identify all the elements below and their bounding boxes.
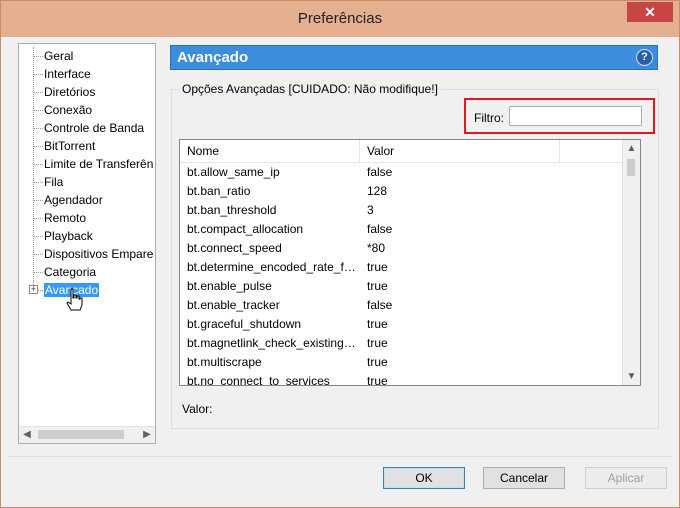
setting-name: bt.allow_same_ip (187, 165, 280, 179)
sidebar-item[interactable]: Dispositivos Emparelhados (19, 245, 153, 263)
setting-value: true (367, 374, 388, 386)
list-vertical-scrollbar[interactable]: ▲ ▼ (622, 140, 640, 385)
setting-name: bt.connect_speed (187, 241, 282, 255)
title-bar[interactable]: Preferências ✕ (1, 1, 679, 37)
expand-icon[interactable]: + (29, 285, 38, 294)
sidebar-item[interactable]: Limite de Transferência (19, 155, 153, 173)
sidebar-item-label: Interface (44, 67, 91, 81)
sidebar-item-label: Categoria (44, 265, 97, 279)
column-header-value[interactable]: Valor (360, 140, 560, 162)
setting-name: bt.ban_ratio (187, 184, 251, 198)
table-row[interactable]: bt.no_connect_to_services true (180, 372, 624, 386)
setting-value: 3 (367, 203, 374, 217)
sidebar-item-label: Diretórios (44, 85, 96, 99)
sidebar-item-label: BitTorrent (44, 139, 96, 153)
sidebar-item[interactable]: Agendador (19, 191, 153, 209)
sidebar-item[interactable]: +Avançado (19, 281, 153, 299)
ok-button[interactable]: OK (383, 467, 465, 489)
scroll-down-icon[interactable]: ▼ (623, 368, 640, 385)
help-icon[interactable]: ? (636, 49, 653, 66)
dialog-footer: OK Cancelar Aplicar (7, 456, 673, 502)
list-header: Nome Valor (180, 140, 624, 163)
sidebar-item-label: Fila (44, 175, 64, 189)
filter-input[interactable] (509, 106, 642, 126)
section-header: Avançado ? (170, 45, 658, 70)
table-row[interactable]: bt.enable_tracker false (180, 296, 624, 315)
sidebar-item[interactable]: Categoria (19, 263, 153, 281)
sidebar-item-label: Conexão (44, 103, 93, 117)
table-row[interactable]: bt.multiscrape true (180, 353, 624, 372)
close-button[interactable]: ✕ (627, 2, 673, 22)
tree-items: Geral Interface Diretórios Conexão Controle … (19, 47, 153, 299)
setting-value: true (367, 279, 388, 293)
table-row[interactable]: bt.ban_threshold 3 (180, 201, 624, 220)
scroll-thumb[interactable] (627, 159, 635, 176)
sidebar-item[interactable]: Playback (19, 227, 153, 245)
table-row[interactable]: bt.compact_allocation false (180, 220, 624, 239)
setting-name: bt.enable_pulse (187, 279, 272, 293)
section-title: Avançado (177, 49, 249, 66)
table-row[interactable]: bt.graceful_shutdown true (180, 315, 624, 334)
filter-label: Filtro: (474, 111, 504, 125)
sidebar-item[interactable]: Geral (19, 47, 153, 65)
setting-name: bt.magnetlink_check_existing_... (187, 336, 357, 350)
table-row[interactable]: bt.enable_pulse true (180, 277, 624, 296)
cancel-button[interactable]: Cancelar (483, 467, 565, 489)
setting-value: false (367, 298, 393, 312)
setting-name: bt.determine_encoded_rate_fo... (187, 260, 357, 274)
scroll-up-icon[interactable]: ▲ (623, 140, 640, 157)
setting-name: bt.graceful_shutdown (187, 317, 302, 331)
sidebar-item[interactable]: Controle de Banda (19, 119, 153, 137)
preferences-tree: Geral Interface Diretórios Conexão Controle … (18, 43, 156, 444)
sidebar-item-label: Remoto (44, 211, 87, 225)
sidebar-item-label: Controle de Banda (44, 121, 145, 135)
filter-highlight: Filtro: (464, 98, 655, 134)
preferences-window: Preferências ✕ Geral Interface Diretórios C… (0, 0, 680, 508)
hand-cursor-icon (66, 288, 83, 311)
setting-value: *80 (367, 241, 386, 255)
scroll-right-icon[interactable]: ▶ (139, 427, 155, 443)
setting-name: bt.multiscrape (187, 355, 262, 369)
sidebar-item-label: Agendador (44, 193, 103, 207)
table-row[interactable]: bt.ban_ratio 128 (180, 182, 624, 201)
setting-name: bt.no_connect_to_services (187, 374, 330, 386)
table-row[interactable]: bt.connect_speed *80 (180, 239, 624, 258)
sidebar-item[interactable]: Fila (19, 173, 153, 191)
window-title: Preferências (297, 10, 383, 27)
settings-list[interactable]: Nome Valor bt.allow_same_ip false bt.ban_r… (179, 139, 641, 386)
value-label: Valor: (182, 402, 213, 416)
scroll-left-icon[interactable]: ◀ (19, 427, 35, 443)
column-header-name[interactable]: Nome (180, 140, 360, 162)
group-legend: Opções Avançadas [CUIDADO: Não modifique… (179, 82, 441, 96)
sidebar-item[interactable]: Diretórios (19, 83, 153, 101)
sidebar-item-label: Playback (44, 229, 93, 243)
dialog-body: Geral Interface Diretórios Conexão Controle … (7, 37, 673, 502)
sidebar-item[interactable]: Interface (19, 65, 153, 83)
setting-value: true (367, 260, 388, 274)
setting-name: bt.enable_tracker (187, 298, 280, 312)
setting-value: 128 (367, 184, 388, 198)
apply-button[interactable]: Aplicar (585, 467, 667, 489)
sidebar-item[interactable]: Remoto (19, 209, 153, 227)
sidebar-item-label: Geral (44, 49, 74, 63)
sidebar-item-label: Limite de Transferência (44, 157, 153, 171)
tree-horizontal-scrollbar[interactable]: ◀ ▶ (19, 426, 155, 443)
setting-value: false (367, 222, 393, 236)
scroll-thumb[interactable] (38, 430, 124, 439)
table-row[interactable]: bt.allow_same_ip false (180, 163, 624, 182)
sidebar-item-label: Dispositivos Emparelhados (44, 247, 153, 261)
column-header-spacer (560, 140, 624, 162)
setting-name: bt.ban_threshold (187, 203, 277, 217)
sidebar-item[interactable]: BitTorrent (19, 137, 153, 155)
sidebar-item[interactable]: Conexão (19, 101, 153, 119)
setting-value: false (367, 165, 393, 179)
table-row[interactable]: bt.determine_encoded_rate_fo... true (180, 258, 624, 277)
close-icon: ✕ (644, 4, 656, 20)
setting-name: bt.compact_allocation (187, 222, 304, 236)
list-rows: bt.allow_same_ip false bt.ban_ratio 128 bt.b… (180, 163, 624, 386)
table-row[interactable]: bt.magnetlink_check_existing_... true (180, 334, 624, 353)
setting-value: true (367, 317, 388, 331)
setting-value: true (367, 355, 388, 369)
setting-value: true (367, 336, 388, 350)
